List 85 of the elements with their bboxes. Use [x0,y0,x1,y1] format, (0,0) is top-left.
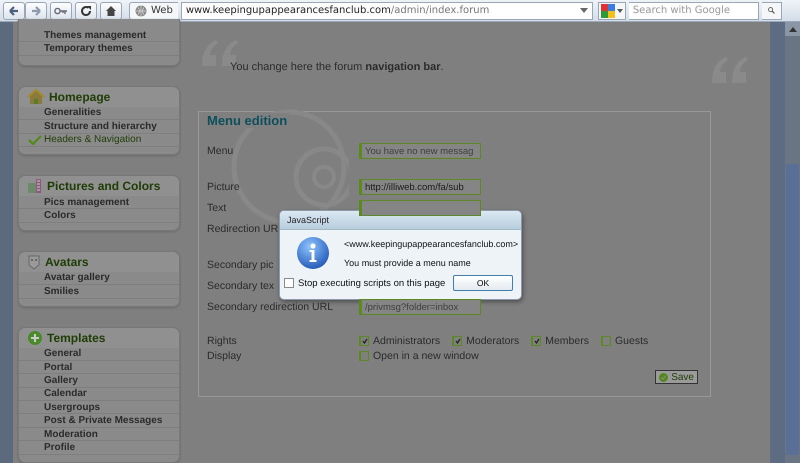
checkbox[interactable] [452,336,462,346]
caret-up-icon [788,26,796,32]
checkbox-label: Guests [614,335,648,347]
reload-icon [80,4,92,16]
globe-icon [135,4,147,16]
sidebar-item[interactable]: Temporary themes [19,42,179,56]
checkmark-icon [362,338,368,344]
info-icon [296,236,330,270]
checkbox-label: Administrators [373,335,440,347]
field-label: Secondary pic [207,259,274,271]
sidebar-item[interactable]: Moderation [19,428,179,442]
intro-text: You change here the forum navigation bar. [230,61,445,73]
section-title: Templates [47,330,106,345]
field-label: Redirection UR [207,223,278,235]
sidebar-item[interactable]: Colors [19,209,179,223]
checkbox-label: Moderators [466,335,520,347]
dialog-title: JavaScript [287,215,330,225]
sidebar-item[interactable]: Avatar gallery [19,272,179,286]
field-label: Picture [207,181,240,193]
dropdown-caret-icon [616,8,623,12]
checkmark-icon [28,134,42,145]
key-button[interactable] [50,2,72,20]
input-field[interactable]: /privmsg?folder=inbox [359,299,481,315]
field-label: Rights [207,335,237,347]
plus-circle-icon [27,330,43,346]
search-button[interactable] [762,2,782,20]
sidebar-item[interactable]: Profile [19,441,179,455]
key-icon [54,6,68,14]
logo-icon [600,4,615,18]
field-label: Menu [207,145,234,157]
dropdown-caret-icon [580,8,588,13]
checkbox-label: Open in a new window [373,350,479,362]
sidebar-item[interactable]: General [19,348,179,361]
forward-button[interactable] [25,2,47,20]
scroll-up-button[interactable] [785,22,800,36]
check-circle-icon [659,372,668,382]
input-field[interactable] [359,200,481,216]
house-icon [27,88,45,105]
search-field[interactable]: Search with Google [628,2,759,20]
checkbox[interactable] [359,336,369,346]
palette-icon [27,178,43,194]
input-field[interactable]: http://illiweb.com/fa/sub [359,179,481,195]
dialog-message: You must provide a menu name [344,258,472,268]
sidebar-item[interactable]: Headers & Navigation [19,134,179,147]
section-title: Pictures and Colors [47,178,160,193]
field-label: Secondary tex [207,280,274,292]
section-title: Avatars [45,254,89,269]
forward-arrow-icon [30,4,42,16]
checkbox[interactable] [284,278,294,288]
section-title: Homepage [49,90,110,104]
back-button[interactable] [3,2,25,20]
sidebar-item[interactable]: Gallery [19,374,179,388]
sidebar-item[interactable]: Structure and hierarchy [19,120,179,134]
address-field[interactable]: www.keepingupappearancesfanclub.com/admin/index.forum [180,2,593,20]
site-identity-button[interactable]: Web [129,2,178,20]
sidebar-item[interactable]: Calendar [19,388,179,402]
field-label: Secondary redirection URL [207,301,334,313]
home-button[interactable] [100,2,122,20]
site-label: Web [151,5,173,16]
sidebar-item[interactable]: Pics management [19,196,179,210]
sidebar-item[interactable]: Usergroups [19,401,179,414]
reload-button[interactable] [75,2,97,20]
field-label: Display [207,350,242,362]
sidebar-item[interactable]: Post & Private Messages [19,414,179,428]
sidebar-item[interactable]: Portal [19,360,179,374]
sidebar-item[interactable]: Smilies [19,285,179,299]
checkbox-label: Stop executing scripts on this page [298,278,446,288]
checkmark-icon [454,338,461,344]
sidebar-item[interactable]: Generalities [19,106,179,120]
ok-button[interactable]: OK [453,275,513,291]
back-arrow-icon [8,4,20,16]
input-field[interactable]: You have no new messag [359,143,481,159]
checkbox[interactable] [359,351,369,361]
search-engine-button[interactable] [598,2,626,20]
checkmark-icon [534,338,540,344]
house-icon [105,4,117,16]
checkbox[interactable] [600,336,611,346]
sidebar-item[interactable]: Themes management [19,29,179,42]
save-button[interactable]: Save [655,370,698,384]
search-icon [768,5,775,16]
form-title: Menu edition [207,113,290,128]
checkbox-label: Members [545,335,589,347]
checkbox[interactable] [531,336,542,346]
dialog-origin: <www.keepingupappearancesfanclub.com> [344,239,518,249]
field-label: Text [207,202,226,214]
